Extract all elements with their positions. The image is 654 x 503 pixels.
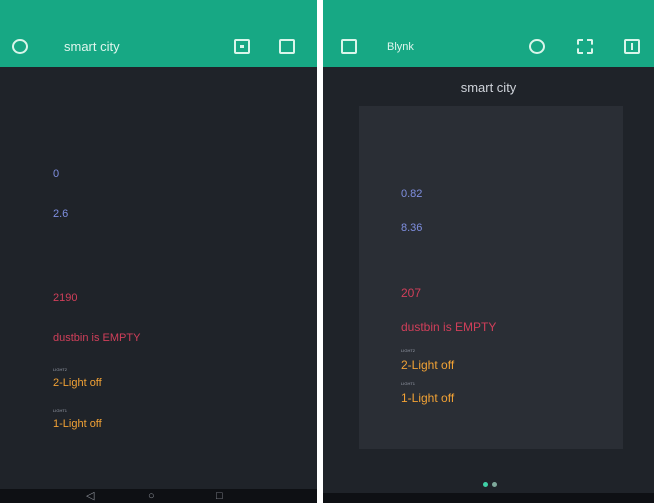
- navigation-bar: [323, 493, 654, 503]
- status-bar: [323, 0, 654, 27]
- exit-icon[interactable]: [341, 39, 357, 54]
- value-display-widget[interactable]: 207: [401, 286, 421, 300]
- light-label: LIGHT2: [53, 367, 68, 372]
- left-phone-screen: smart city 0 2.6 2190 dustbin is EMPTY L…: [0, 0, 317, 503]
- home-icon[interactable]: ○: [148, 490, 155, 502]
- app-bar: Blynk: [323, 27, 654, 67]
- qr-icon[interactable]: [577, 39, 593, 54]
- light-label: LIGHT1: [401, 381, 416, 386]
- value-display-widget[interactable]: 2190: [53, 292, 77, 304]
- project-title: smart city: [460, 80, 517, 95]
- app-title: smart city: [64, 39, 120, 54]
- app-title: Blynk: [387, 41, 414, 53]
- dashboard-panel: 0.82 8.36 207 dustbin is EMPTY LIGHT2 2-…: [359, 106, 623, 449]
- value-display-widget[interactable]: 8.36: [401, 222, 422, 234]
- light-status-widget[interactable]: 1-Light off: [401, 391, 454, 405]
- light-label: LIGHT2: [401, 348, 416, 353]
- recents-icon[interactable]: □: [216, 490, 223, 502]
- value-display-widget[interactable]: 2.6: [53, 208, 68, 220]
- status-bar: [0, 0, 317, 27]
- value-display-widget[interactable]: 0: [53, 168, 59, 180]
- light-status-widget[interactable]: 2-Light off: [401, 358, 454, 372]
- device-icon[interactable]: [234, 39, 250, 54]
- light-label: LIGHT1: [53, 408, 68, 413]
- stop-icon[interactable]: [279, 39, 295, 54]
- light-status-widget[interactable]: 1-Light off: [53, 418, 102, 430]
- back-icon[interactable]: [12, 39, 28, 54]
- back-icon[interactable]: ◁: [86, 490, 94, 502]
- labeled-value-widget[interactable]: dustbin is EMPTY: [53, 332, 140, 344]
- page-indicator-dot-active[interactable]: [483, 482, 488, 487]
- info-icon[interactable]: [624, 39, 640, 54]
- add-icon[interactable]: [529, 39, 545, 54]
- labeled-value-widget[interactable]: dustbin is EMPTY: [401, 320, 496, 334]
- navigation-bar: ◁ ○ □: [0, 489, 317, 503]
- light-status-widget[interactable]: 2-Light off: [53, 377, 102, 389]
- app-bar: smart city: [0, 27, 317, 67]
- right-phone-screen: Blynk smart city 0.82 8.36 207 dustbin i…: [323, 0, 654, 503]
- value-display-widget[interactable]: 0.82: [401, 188, 422, 200]
- page-indicator-dot[interactable]: [492, 482, 497, 487]
